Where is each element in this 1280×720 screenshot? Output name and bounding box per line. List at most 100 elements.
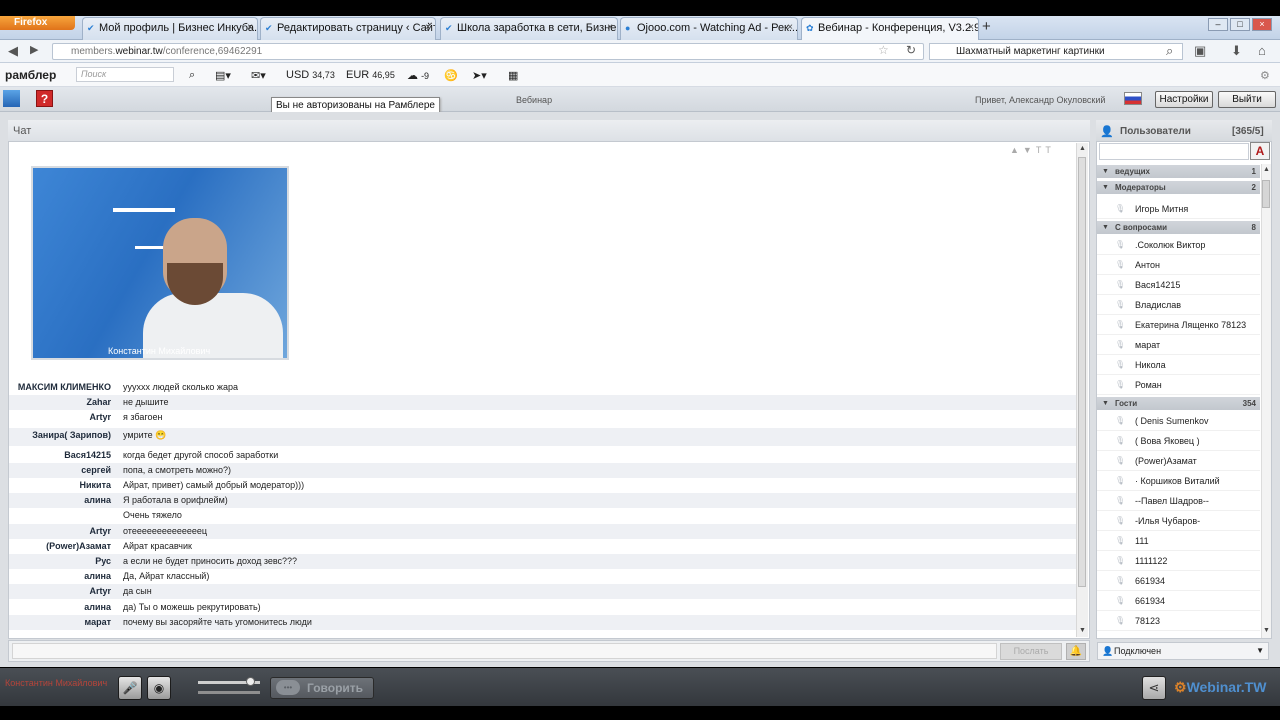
user-list-item[interactable]: 🎙 -Илья Чубаров- (1097, 511, 1260, 531)
chat-message-nick[interactable]: марат (85, 615, 111, 630)
users-filter-input[interactable] (1099, 143, 1249, 160)
exit-button[interactable]: Выйти (1218, 91, 1276, 108)
user-list-item[interactable]: 🎙 ( Вова Яковец ) (1097, 431, 1260, 451)
rambler-logo[interactable]: рамблер (5, 68, 56, 82)
chat-message-nick[interactable]: Занира( Зарипов) (32, 428, 111, 443)
search-icon[interactable]: ⌕ (189, 69, 195, 82)
webinar-tw-logo[interactable]: ⚙Webinar.TW (1174, 679, 1266, 696)
maximize-icon[interactable]: □ (1230, 18, 1250, 31)
search-field[interactable]: Шахматный маркетинг картинки (929, 43, 1183, 60)
url-bar[interactable]: members.webinar.tw/conference,69462291 (52, 43, 924, 60)
chat-message-nick[interactable]: Zahar (86, 395, 111, 410)
close-icon[interactable]: × (787, 22, 793, 33)
mail-icon[interactable]: ✉▾ (251, 69, 266, 82)
tab-5-active[interactable]: ✿ Вебинар - Конференция, V3.2.9... × (801, 17, 979, 40)
mic-level-slider[interactable] (198, 691, 260, 694)
user-list-item[interactable]: 🎙 78123 (1097, 611, 1260, 631)
user-list-item[interactable]: 🎙 ( Denis Sumenkov (1097, 411, 1260, 431)
download-icon[interactable]: ⬇ (1231, 43, 1242, 59)
chat-tools[interactable]: ▲▼TT (1010, 145, 1055, 155)
home-icon[interactable]: ⌂ (1258, 43, 1266, 58)
user-list-item[interactable]: 🎙 --Павел Шадров-- (1097, 491, 1260, 511)
tab-3[interactable]: ✔ Школа заработка в сети, Бизне... × (440, 17, 618, 40)
tab-2[interactable]: ✔ Редактировать страницу ‹ Сайт ... × (260, 17, 436, 40)
chat-message-nick[interactable]: алина (84, 493, 111, 508)
chat-message-nick[interactable]: Artyr (89, 584, 111, 599)
scroll-up-icon[interactable]: ▲ (1079, 145, 1086, 152)
users-scroll-thumb[interactable] (1262, 180, 1270, 208)
user-list-item[interactable]: 🎙 111 (1097, 531, 1260, 551)
settings-gear-icon[interactable]: ⚙ (1260, 69, 1270, 82)
chat-message-nick[interactable]: Никита (80, 478, 111, 493)
scroll-down-icon[interactable]: ▼ (1079, 627, 1086, 634)
chat-message-nick[interactable]: Вася14215 (64, 448, 111, 463)
user-list-item[interactable]: 🎙 Екатерина Лященко 78123 (1097, 315, 1260, 335)
news-icon[interactable]: ▤▾ (215, 69, 231, 82)
share-icon[interactable]: ⋖ (1142, 676, 1166, 700)
close-icon[interactable]: × (247, 22, 253, 33)
chat-message-nick[interactable]: алина (84, 569, 111, 584)
microphone-icon[interactable]: 🎤 (118, 676, 142, 700)
chat-scroll-thumb[interactable] (1078, 157, 1086, 587)
minimize-icon[interactable]: – (1208, 18, 1228, 31)
reload-icon[interactable]: ↻ (906, 43, 916, 57)
horoscope-icon[interactable]: ♋ (444, 69, 458, 82)
send-button[interactable]: Послать (1000, 643, 1062, 660)
chat-message-nick[interactable]: (Power)Азамат (46, 539, 111, 554)
settings-button[interactable]: Настройки (1155, 91, 1213, 108)
user-group-header[interactable]: ▼ Модераторы 2 (1097, 181, 1260, 194)
help-button[interactable]: ? (36, 90, 53, 107)
webcam-icon[interactable]: ◉ (147, 676, 171, 700)
user-list-item[interactable]: 🎙 Вася14215 (1097, 275, 1260, 295)
user-list-item[interactable]: 🎙 1111122 (1097, 551, 1260, 571)
bookmarks-icon[interactable]: ▣ (1194, 43, 1206, 59)
user-group-header[interactable]: ▼ ведущих 1 (1097, 165, 1260, 178)
tab-1[interactable]: ✔ Мой профиль | Бизнес Инкуба... × (82, 17, 258, 40)
chat-message-nick[interactable]: алина (84, 600, 111, 615)
webinar-logo-icon[interactable] (3, 90, 20, 107)
close-icon[interactable]: × (425, 22, 431, 33)
forward-icon[interactable]: ▶ (30, 43, 38, 56)
user-list-item[interactable]: 🎙 Никола (1097, 355, 1260, 375)
user-list-item[interactable]: 🎙 661934 (1097, 571, 1260, 591)
chat-message-nick[interactable]: МАКСИМ КЛИМЕНКО (18, 380, 111, 395)
chat-message-input[interactable] (12, 643, 997, 659)
font-size-button[interactable]: A (1250, 142, 1270, 160)
chat-message-nick[interactable]: Рус (95, 554, 111, 569)
scroll-down-icon[interactable]: ▼ (1263, 627, 1270, 634)
video-stream[interactable]: Константин Михайлович (31, 166, 289, 360)
chat-message-nick[interactable]: Artyr (89, 410, 111, 425)
user-list-item[interactable]: 🎙 · Коршиков Виталий (1097, 471, 1260, 491)
user-list-item[interactable]: 🎙 Антон (1097, 255, 1260, 275)
chat-message-nick[interactable]: Artyr (89, 524, 111, 539)
user-list-item[interactable]: 🎙 661934 (1097, 591, 1260, 611)
new-tab-icon[interactable]: + (982, 18, 991, 35)
back-icon[interactable]: ◀ (8, 43, 18, 59)
user-group-header[interactable]: ▼ Гости 354 (1097, 397, 1260, 410)
tab-4[interactable]: ● Ojooo.com - Watching Ad - Рек... × (620, 17, 798, 40)
weather[interactable]: ☁ -9 (407, 69, 429, 82)
send-icon[interactable]: ➤▾ (472, 69, 487, 82)
user-group-header[interactable]: ▼ С вопросами 8 (1097, 221, 1260, 234)
close-icon[interactable]: × (607, 22, 613, 33)
user-list-item[interactable]: 🎙 (Power)Азамат (1097, 451, 1260, 471)
scroll-up-icon[interactable]: ▲ (1263, 166, 1270, 173)
rambler-search-input[interactable]: Поиск (76, 67, 174, 82)
connection-status-select[interactable]: 👤 Подключен ▼ (1097, 642, 1269, 660)
window-close-icon[interactable]: × (1252, 18, 1272, 31)
user-list-item[interactable]: 🎙 Владислав (1097, 295, 1260, 315)
chat-message-nick[interactable]: сергей (81, 463, 111, 478)
volume-knob[interactable] (246, 677, 255, 686)
language-flag-icon[interactable] (1124, 92, 1142, 105)
search-icon[interactable]: ⌕ (1166, 43, 1173, 59)
user-list-item[interactable]: 🎙 марат (1097, 335, 1260, 355)
bell-icon[interactable]: 🔔 (1066, 643, 1086, 660)
games-icon[interactable]: ▦ (508, 69, 518, 82)
users-scrollbar[interactable] (1261, 164, 1271, 638)
close-icon[interactable]: × (968, 22, 974, 33)
bookmark-star-icon[interactable]: ☆ (878, 43, 889, 57)
user-list-item[interactable]: 🎙 Игорь Митня (1097, 199, 1260, 219)
user-list-item[interactable]: 🎙 Роман (1097, 375, 1260, 395)
firefox-menu-button[interactable]: Firefox (0, 16, 75, 30)
user-list-item[interactable]: 🎙 .Соколюк Виктор (1097, 235, 1260, 255)
